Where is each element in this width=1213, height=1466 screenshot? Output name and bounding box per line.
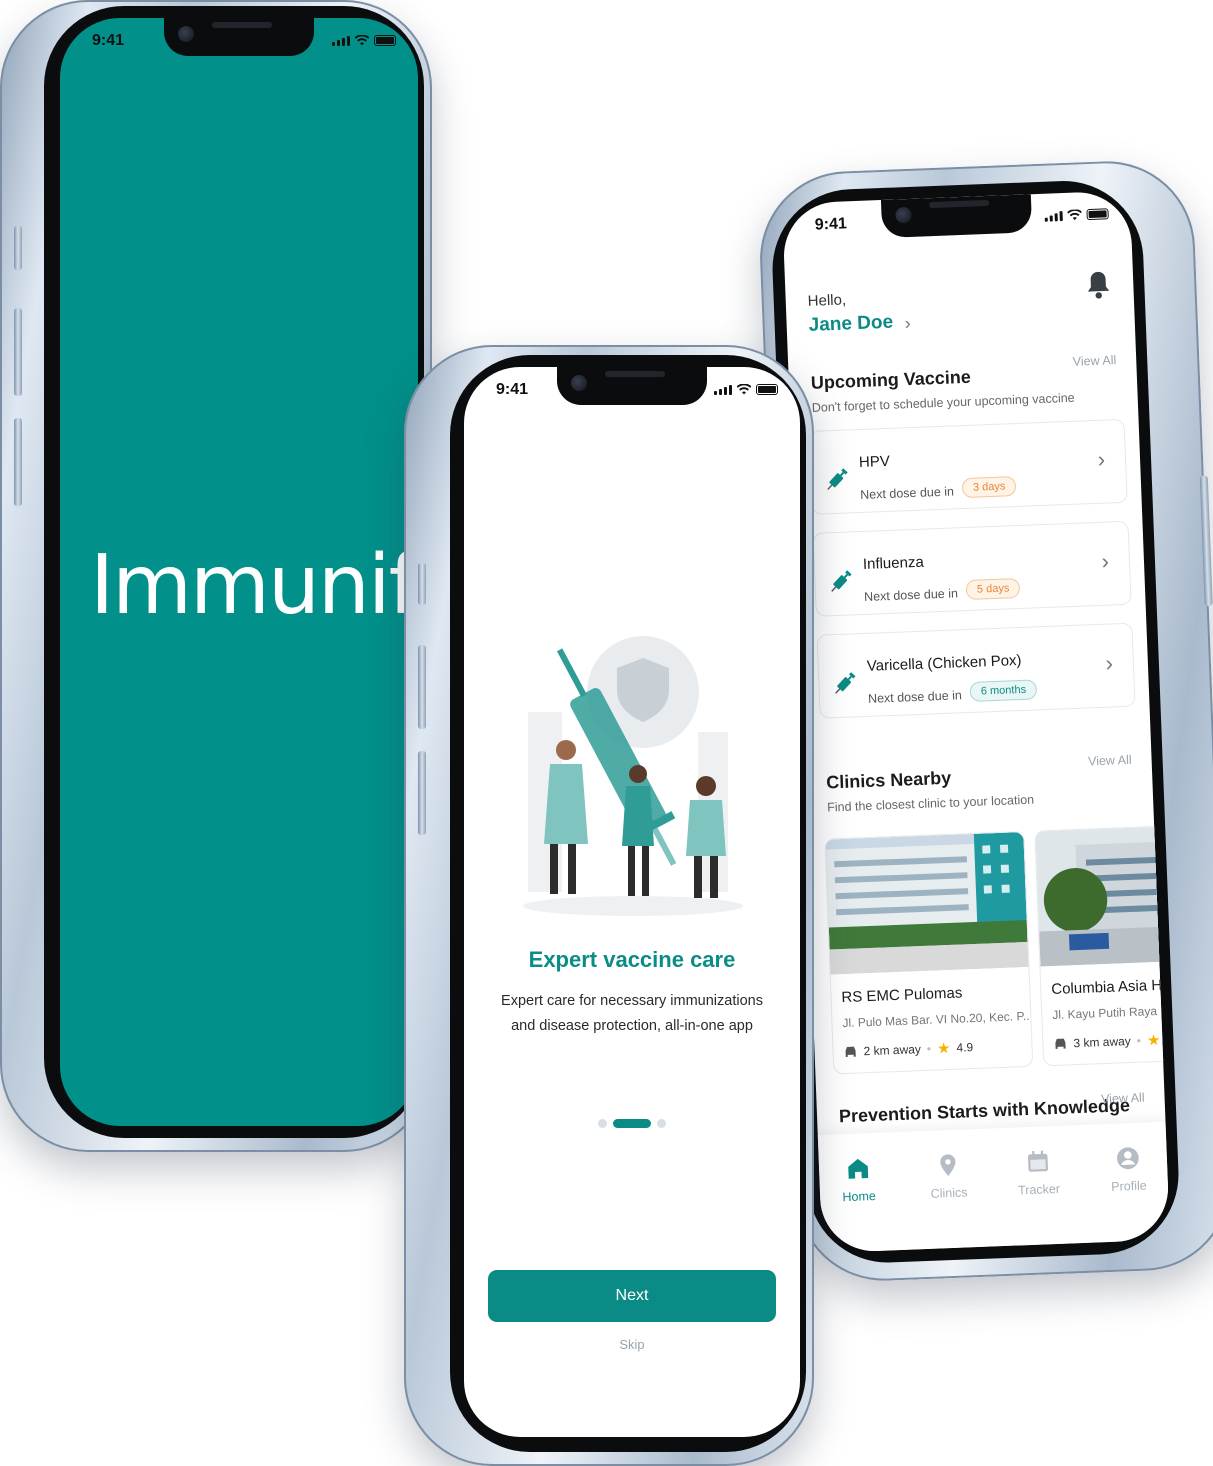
syringe-icon [827, 468, 848, 490]
clinics-nearby-title: Clinics Nearby [825, 767, 952, 793]
next-button[interactable]: Next [488, 1270, 776, 1322]
tab-home[interactable]: Home [823, 1154, 895, 1205]
vaccine-card-hpv[interactable]: HPV Next dose due in 3 days › [808, 418, 1128, 515]
location-pin-icon [940, 1154, 956, 1176]
bell-icon[interactable] [1085, 269, 1112, 300]
clinic-photo [825, 832, 1029, 975]
vaccine-due-label: Next dose due in [859, 484, 955, 503]
vaccine-illustration [523, 636, 743, 916]
clinic-address: Jl. Kayu Putih Raya No [1052, 1003, 1171, 1023]
home-phone: 9:41 Hello, Jane Doe › Upcoming Vaccine … [756, 158, 1213, 1284]
knowledge-title: Prevention Starts with Knowledge [838, 1095, 1131, 1127]
greeting: Hello, [807, 291, 847, 310]
signal-icon [332, 36, 350, 46]
star-icon: ★ [1146, 1031, 1161, 1050]
tab-label: Tracker [1017, 1181, 1061, 1198]
syringe-icon [831, 570, 852, 592]
vaccine-name: HPV [858, 452, 891, 472]
status-time: 9:41 [814, 215, 848, 234]
star-icon: ★ [936, 1039, 951, 1058]
splash-phone: 9:41 Immunify [0, 0, 432, 1152]
user-icon [1117, 1147, 1139, 1170]
upcoming-view-all-link[interactable]: View All [1072, 353, 1116, 369]
onboarding-title: Expert vaccine care [528, 947, 736, 972]
upcoming-vaccine-title: Upcoming Vaccine [810, 366, 972, 393]
onboarding-description: Expert care for necessary immunizations … [501, 993, 763, 1034]
tab-clinics[interactable]: Clinics [913, 1151, 985, 1202]
syringe-icon [835, 672, 856, 694]
page-dot [657, 1119, 666, 1128]
page-indicator [464, 1119, 800, 1128]
clinic-rating: 4.9 [956, 1040, 974, 1055]
battery-icon [756, 384, 778, 395]
battery-icon [1086, 208, 1109, 221]
tab-profile[interactable]: Profile [1092, 1144, 1164, 1195]
home-screen: 9:41 Hello, Jane Doe › Upcoming Vaccine … [781, 190, 1171, 1254]
clinic-card-emc[interactable]: RS EMC Pulomas Jl. Pulo Mas Bar. VI No.2… [824, 830, 1034, 1075]
page-dot [598, 1119, 607, 1128]
volume-up-button [418, 645, 426, 729]
chevron-right-icon[interactable]: › [904, 313, 911, 334]
user-name-link[interactable]: Jane Doe [808, 312, 893, 337]
vaccine-name: Influenza [862, 553, 925, 573]
splash-screen: 9:41 Immunify [60, 18, 418, 1126]
vaccine-name: Varicella (Chicken Pox) [866, 651, 1022, 675]
bottom-tab-bar: Home Clinics Tracker Profile [817, 1121, 1171, 1254]
status-bar: 9:41 [464, 367, 800, 411]
app-logo: Immunify [90, 538, 418, 633]
tab-label: Profile [1110, 1178, 1147, 1194]
clinic-distance: 3 km away [1073, 1034, 1132, 1051]
side-button [418, 563, 426, 605]
car-icon [845, 1046, 856, 1057]
chevron-right-icon: › [1105, 650, 1114, 676]
clinic-card-columbia[interactable]: Columbia Asia Hospital Jl. Kayu Putih Ra… [1034, 822, 1171, 1067]
car-icon [1055, 1038, 1066, 1049]
status-bar: 9:41 [60, 18, 418, 62]
home-icon [848, 1158, 869, 1179]
clinics-view-all-link[interactable]: View All [1088, 753, 1132, 769]
knowledge-view-all-link[interactable]: View All [1101, 1091, 1145, 1107]
side-button [14, 226, 22, 270]
vaccine-due-label: Next dose due in [867, 688, 963, 706]
clinic-address: Jl. Pulo Mas Bar. VI No.20, Kec. P... [842, 1008, 1034, 1031]
volume-down-button [14, 418, 22, 506]
upcoming-vaccine-subtitle: Don't forget to schedule your upcoming v… [811, 390, 1075, 415]
clinic-name: RS EMC Pulomas [841, 984, 963, 1007]
tab-tracker[interactable]: Tracker [1002, 1147, 1074, 1198]
status-time: 9:41 [92, 32, 125, 49]
due-badge: 3 days [961, 476, 1017, 499]
signal-icon [714, 385, 732, 395]
clinic-distance: 2 km away [863, 1042, 922, 1059]
vaccine-card-varicella[interactable]: Varicella (Chicken Pox) Next dose due in… [816, 622, 1136, 719]
chevron-right-icon: › [1097, 446, 1106, 472]
tab-label: Clinics [930, 1185, 968, 1201]
skip-link[interactable]: Skip [464, 1337, 800, 1352]
vaccine-card-influenza[interactable]: Influenza Next dose due in 5 days › [812, 520, 1132, 617]
due-badge: 5 days [965, 577, 1021, 601]
wifi-icon [1067, 209, 1082, 221]
vaccine-due-label: Next dose due in [863, 586, 959, 604]
volume-down-button [418, 751, 426, 835]
tab-label: Home [842, 1188, 877, 1205]
clinics-nearby-subtitle: Find the closest clinic to your location [826, 792, 1035, 815]
chevron-right-icon: › [1101, 548, 1110, 574]
status-time: 9:41 [496, 381, 529, 398]
clinic-name: Columbia Asia Hospital [1051, 975, 1170, 999]
calendar-icon [1027, 1150, 1048, 1172]
battery-icon [374, 35, 396, 46]
volume-up-button [14, 308, 22, 396]
onboarding-screen: 9:41 Expert vaccine care Expert care for… [464, 367, 800, 1437]
wifi-icon [737, 384, 751, 395]
wifi-icon [355, 35, 369, 46]
due-badge: 6 months [969, 679, 1038, 702]
onboarding-phone: 9:41 Expert vaccine care Expert care for… [404, 345, 814, 1466]
signal-icon [1044, 211, 1063, 222]
page-dot-active [613, 1119, 651, 1128]
clinic-photo [1035, 823, 1171, 967]
